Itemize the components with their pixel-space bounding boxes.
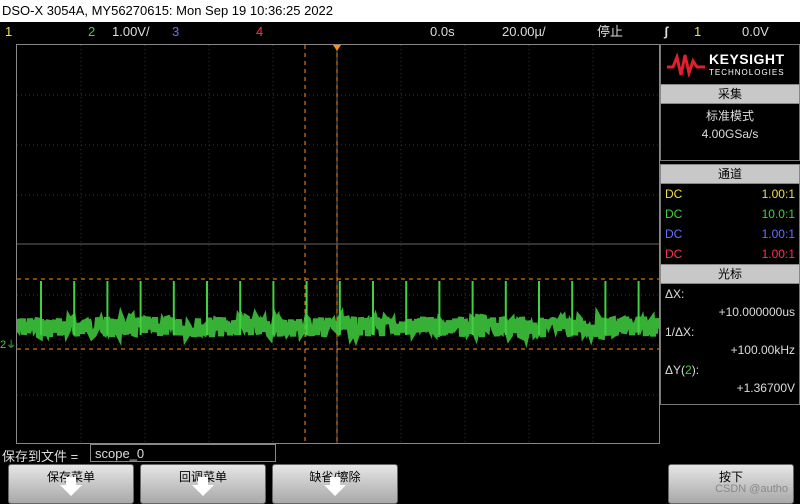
- time-scale: 20.00µ/: [502, 24, 546, 39]
- dx-value-row: +10.000000us: [665, 302, 795, 322]
- channel-row-2[interactable]: DC 10.0:1: [665, 204, 795, 224]
- logo-brand: KEYSIGHT: [709, 51, 785, 67]
- file-name-field[interactable]: scope_0: [90, 444, 276, 462]
- file-bar: 保存到文件 = scope_0: [0, 444, 800, 464]
- cursors-panel: ΔX: +10.000000us 1/ΔX: +100.00kHz ΔY(2):…: [660, 284, 800, 405]
- waveform-display[interactable]: [16, 44, 660, 444]
- ch1-indicator[interactable]: 1: [5, 22, 12, 42]
- window-title: DSO-X 3054A, MY56270615: Mon Sep 19 10:3…: [2, 3, 334, 18]
- save-file-label: 保存到文件 =: [2, 449, 79, 464]
- trigger-position-marker: [333, 45, 341, 51]
- acquire-panel: 标准模式 4.00GSa/s: [660, 104, 800, 161]
- keysight-logo: KEYSIGHT TECHNOLOGIES: [660, 44, 800, 86]
- channel-row-4[interactable]: DC 1.00:1: [665, 244, 795, 264]
- cursors-header[interactable]: 光标: [660, 264, 800, 284]
- channels-panel: DC 1.00:1 DC 10.0:1 DC 1.00:1 DC 1.00:1: [660, 184, 800, 267]
- time-offset: 0.0s: [430, 24, 455, 39]
- channels-header[interactable]: 通道: [660, 164, 800, 184]
- ch2-noise-band: [17, 306, 659, 349]
- dx-value: +10.000000us: [718, 305, 795, 319]
- channel-row-1[interactable]: DC 1.00:1: [665, 184, 795, 204]
- defaults-erase-button[interactable]: 缺省/擦除: [272, 464, 398, 504]
- ch2-ground-marker[interactable]: 2⏚: [0, 336, 16, 351]
- arrow-down-icon: [324, 477, 346, 496]
- ch2-indicator[interactable]: 2: [88, 22, 95, 42]
- watermark: CSDN @autho: [715, 483, 788, 495]
- ch4-indicator[interactable]: 4: [256, 22, 263, 42]
- acquire-rate: 4.00GSa/s: [701, 127, 759, 141]
- arrow-down-icon: [60, 477, 82, 496]
- recall-menu-button[interactable]: 回调菜单: [140, 464, 266, 504]
- logo-sub: TECHNOLOGIES: [709, 68, 785, 77]
- graticule-svg: [17, 45, 659, 443]
- dy-value: +1.36700V: [736, 381, 795, 395]
- trigger-edge-icon: ʃ: [664, 24, 669, 39]
- dx-label-row: ΔX:: [665, 284, 795, 304]
- trigger-level: 0.0V: [742, 24, 769, 39]
- trigger-source: 1: [694, 24, 702, 39]
- inv-dx-label: 1/ΔX:: [665, 325, 695, 339]
- channel-row-3[interactable]: DC 1.00:1: [665, 224, 795, 244]
- acquire-mode: 标准模式: [705, 109, 754, 123]
- inv-dx-value: +100.00kHz: [730, 343, 795, 357]
- side-panel: KEYSIGHT TECHNOLOGIES 采集 标准模式 4.00GSa/s …: [660, 44, 800, 442]
- ch2-trace: [17, 281, 659, 349]
- acquire-header[interactable]: 采集: [660, 84, 800, 104]
- dy-value-row: +1.36700V: [665, 378, 795, 398]
- ch2-scale: 1.00V/: [112, 24, 150, 39]
- dx-label: ΔX:: [665, 287, 685, 301]
- dy-label: ΔY(2):: [665, 363, 700, 377]
- title-bar: DSO-X 3054A, MY56270615: Mon Sep 19 10:3…: [0, 0, 800, 22]
- inv-dx-value-row: +100.00kHz: [665, 340, 795, 360]
- graticule-grid: [17, 45, 659, 443]
- status-bar: 1 2 1.00V/ 3 4 0.0s 20.00µ/ 停止 ʃ 1 0.0V: [0, 22, 800, 42]
- save-menu-button[interactable]: 保存菜单: [8, 464, 134, 504]
- keysight-wave-icon: [667, 53, 705, 77]
- arrow-down-icon: [192, 477, 214, 496]
- inv-dx-label-row: 1/ΔX:: [665, 322, 795, 342]
- run-state[interactable]: 停止: [597, 22, 623, 42]
- ch3-indicator[interactable]: 3: [172, 22, 179, 42]
- dy-label-row: ΔY(2):: [665, 360, 795, 380]
